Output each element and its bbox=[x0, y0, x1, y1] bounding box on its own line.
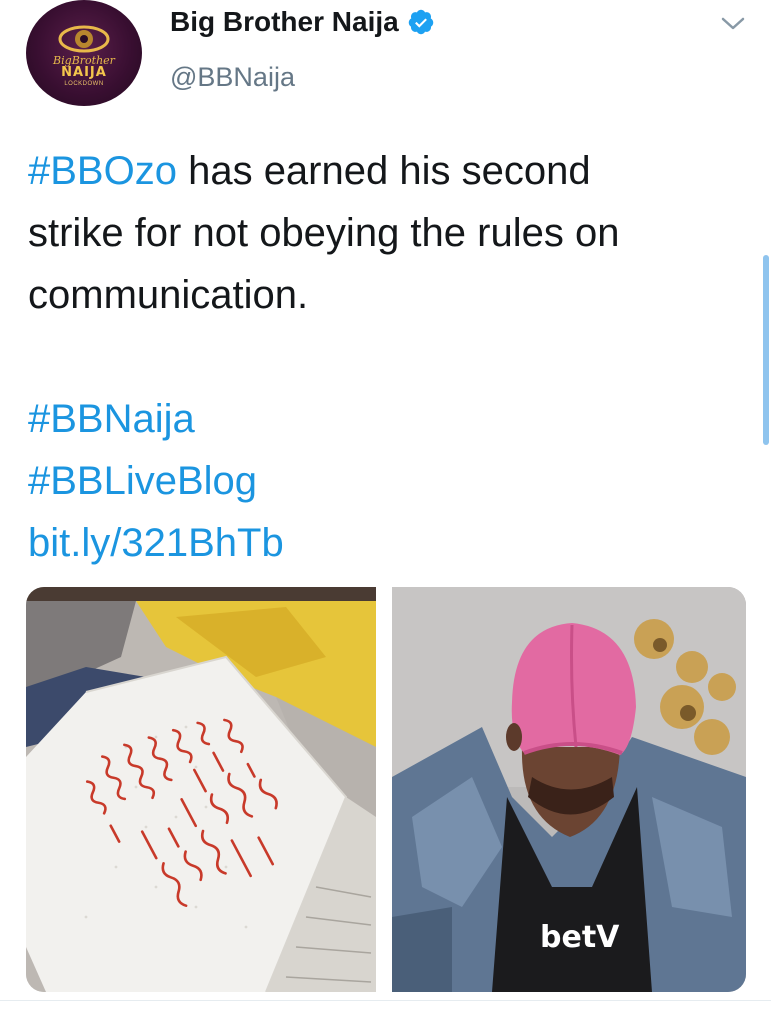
bottom-divider bbox=[0, 1000, 771, 1001]
media-image-person[interactable]: betV bbox=[392, 587, 746, 992]
avatar-logo-main: NAIJA bbox=[61, 65, 107, 81]
chevron-down-icon[interactable] bbox=[718, 14, 748, 34]
hashtag-bbnaija[interactable]: #BBNaija bbox=[28, 388, 748, 450]
person-photo-illustration: betV bbox=[392, 587, 746, 992]
tweet-line-1-text: has earned his second bbox=[176, 149, 591, 193]
tweet-card: BigBrother NAIJA LOCKDOWN Big Brother Na… bbox=[0, 0, 771, 1024]
eye-logo-icon bbox=[58, 25, 110, 53]
tweet-line-3: communication. bbox=[28, 273, 309, 317]
avatar[interactable]: BigBrother NAIJA LOCKDOWN bbox=[26, 0, 142, 106]
display-name-row[interactable]: Big Brother Naija bbox=[170, 6, 435, 38]
short-link[interactable]: bit.ly/321BhTb bbox=[28, 512, 748, 574]
avatar-logo-sub: LOCKDOWN bbox=[64, 80, 104, 87]
scrollbar[interactable] bbox=[763, 255, 769, 445]
hashtag-bbliveblog[interactable]: #BBLiveBlog bbox=[28, 450, 748, 512]
account-handle[interactable]: @BBNaija bbox=[170, 62, 295, 93]
verified-badge-icon bbox=[408, 9, 433, 35]
tweet-line-1: #BBOzo has earned his second bbox=[28, 140, 748, 202]
media-image-note[interactable] bbox=[26, 587, 376, 992]
shirt-logo: betV bbox=[540, 920, 620, 955]
note-photo-illustration bbox=[26, 587, 376, 992]
media-grid: betV bbox=[26, 587, 746, 992]
hashtag-bbozo[interactable]: #BBOzo bbox=[28, 149, 177, 193]
tweet-line-2: strike for not obeying the rules on bbox=[28, 211, 620, 255]
display-name: Big Brother Naija bbox=[170, 6, 399, 37]
tweet-text: #BBOzo has earned his second strike for … bbox=[28, 140, 748, 574]
